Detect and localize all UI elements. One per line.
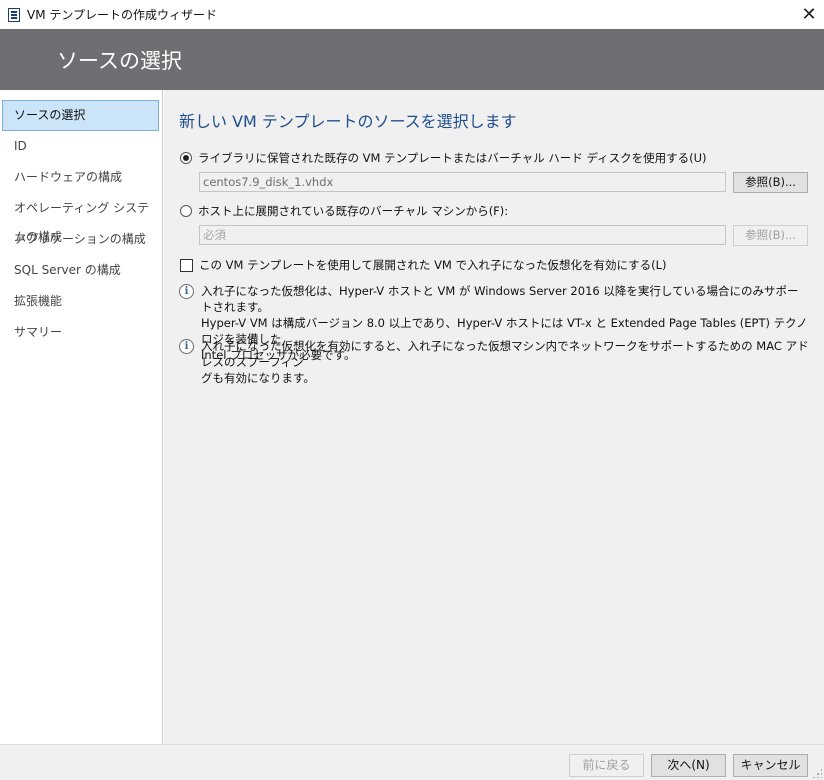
host-vm-field[interactable]: 必須 — [199, 225, 726, 245]
nested-virtualization-label: この VM テンプレートを使用して展開された VM で入れ子になった仮想化を有効… — [199, 258, 667, 272]
document-icon — [8, 7, 20, 22]
step-sql-server-configuration[interactable]: SQL Server の構成 — [2, 255, 159, 286]
step-id[interactable]: ID — [2, 131, 159, 162]
section-title: 新しい VM テンプレートのソースを選択します — [179, 112, 517, 131]
step-summary[interactable]: サマリー — [2, 317, 159, 348]
resize-grip[interactable] — [812, 768, 822, 778]
info-mac-spoofing: i 入れ子になった仮想化を有効にすると、入れ子になった仮想マシン内でネットワーク… — [179, 338, 809, 386]
page-heading: ソースの選択 — [57, 48, 182, 73]
wizard-banner: ソースの選択 — [0, 29, 824, 90]
info-line: 入れ子になった仮想化を有効にすると、入れ子になった仮想マシン内でネットワークをサ… — [201, 339, 809, 369]
wizard-footer: 前に戻る 次へ(N) キャンセル — [0, 744, 824, 780]
next-button[interactable]: 次へ(N) — [651, 754, 726, 777]
step-application-configuration[interactable]: アプリケーションの構成 — [2, 224, 159, 255]
cancel-button[interactable]: キャンセル — [733, 754, 808, 777]
info-line: グも有効になります。 — [201, 371, 315, 385]
host-vm-source-radio[interactable] — [180, 205, 192, 217]
library-source-label: ライブラリに保管された既存の VM テンプレートまたはバーチャル ハード ディス… — [198, 151, 707, 165]
library-source-radio[interactable] — [180, 152, 192, 164]
wizard-step-list: ソースの選択 ID ハードウェアの構成 オペレーティング システムの構成 アプリ… — [0, 90, 163, 744]
step-extensions[interactable]: 拡張機能 — [2, 286, 159, 317]
host-vm-browse-button[interactable]: 参照(B)... — [733, 225, 808, 246]
info-line: 入れ子になった仮想化は、Hyper-V ホストと VM が Windows Se… — [201, 284, 799, 314]
library-source-option[interactable]: ライブラリに保管された既存の VM テンプレートまたはバーチャル ハード ディス… — [180, 150, 707, 166]
step-hardware-configuration[interactable]: ハードウェアの構成 — [2, 162, 159, 193]
library-source-path-field[interactable]: centos7.9_disk_1.vhdx — [199, 172, 726, 192]
host-vm-source-option[interactable]: ホスト上に展開されている既存のバーチャル マシンから(F): — [180, 203, 508, 219]
nested-virtualization-checkbox[interactable] — [180, 258, 193, 272]
info-text: 入れ子になった仮想化を有効にすると、入れ子になった仮想マシン内でネットワークをサ… — [201, 338, 809, 386]
step-source-selection[interactable]: ソースの選択 — [2, 100, 159, 131]
window-titlebar: VM テンプレートの作成ウィザード ✕ — [0, 0, 824, 29]
nested-virtualization-option[interactable]: この VM テンプレートを使用して展開された VM で入れ子になった仮想化を有効… — [180, 257, 667, 273]
step-os-configuration[interactable]: オペレーティング システムの構成 — [2, 193, 159, 244]
info-icon: i — [179, 339, 194, 354]
close-button[interactable]: ✕ — [794, 0, 824, 29]
library-browse-button[interactable]: 参照(B)... — [733, 172, 808, 193]
host-vm-source-label: ホスト上に展開されている既存のバーチャル マシンから(F): — [198, 204, 509, 218]
back-button[interactable]: 前に戻る — [569, 754, 644, 777]
window-title: VM テンプレートの作成ウィザード — [27, 8, 218, 22]
info-icon: i — [179, 284, 194, 299]
wizard-content: 新しい VM テンプレートのソースを選択します ライブラリに保管された既存の V… — [164, 90, 824, 744]
